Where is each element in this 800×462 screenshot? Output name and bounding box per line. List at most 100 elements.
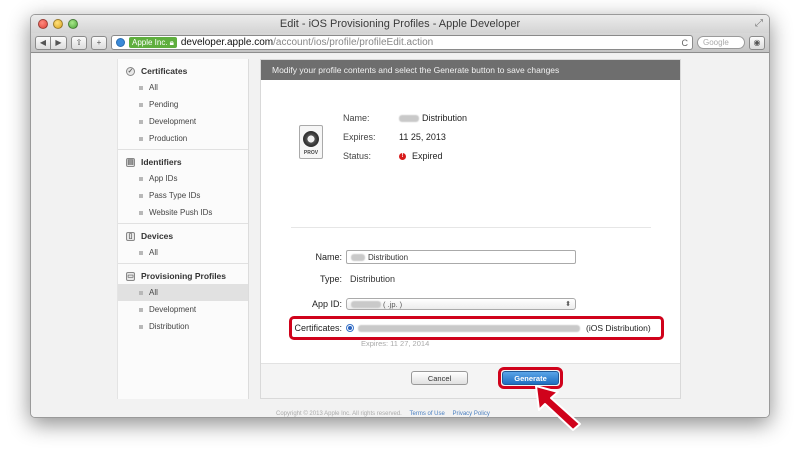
forward-button[interactable]: ▶ [51,35,67,50]
sidebar-item-label: App IDs [149,174,178,183]
add-bookmark-button[interactable]: + [91,35,107,50]
ssl-org-label: Apple Inc. [132,38,168,47]
sidebar-header-profiles[interactable]: ▭ Provisioning Profiles [118,268,248,284]
sidebar-item-label: Development [149,117,197,126]
red-arrow-pointer [535,385,581,431]
form-type-label: Type: [319,274,342,284]
app-id-select[interactable]: ( .jp. ) ⬍ [346,298,576,310]
browser-toolbar: ◀ ▶ ⇧ + Apple Inc. 🔒︎ developer.apple.co… [31,33,769,53]
form-appid-label: App ID: [311,299,342,309]
main-panel: Modify your profile contents and select … [260,59,681,399]
url-host: developer.apple.com [180,37,274,48]
sidebar-item-label: Pending [149,100,179,109]
page-content: ✓ Certificates All Pending Development P… [31,54,769,417]
redacted-text [399,114,419,122]
summary-expires-label: Expires: [343,132,376,142]
reload-icon[interactable]: C [682,38,689,48]
sidebar-item-label: Website Push IDs [149,208,213,217]
summary-expires-row: Expires: 11 25, 2013 [343,132,446,142]
main-header: Modify your profile contents and select … [261,60,680,80]
sidebar-header-label: Certificates [141,66,188,76]
provisioning-profile-icon: PROV [299,125,323,159]
url-path: /account/ios/profile/profileEdit.action [273,37,434,48]
summary-status-row: Status: ! Expired [343,151,443,161]
reader-button[interactable]: ◉ [749,35,765,50]
sidebar-item-label: All [149,248,158,257]
sidebar-item-production[interactable]: Production [118,130,248,147]
certificate-icon: ✓ [126,66,135,76]
sidebar-item-pending[interactable]: Pending [118,96,248,113]
status-badge: Expired [412,151,443,161]
ssl-badge[interactable]: Apple Inc. 🔒︎ [129,37,177,48]
share-button[interactable]: ⇧ [71,35,87,50]
summary-name-label: Name: [343,113,370,123]
form-name-label: Name: [315,252,342,262]
fullscreen-icon[interactable]: ⤢ [755,18,763,29]
copyright-text: Copyright © 2013 Apple Inc. All rights r… [276,411,402,417]
terms-link[interactable]: Terms of Use [410,411,445,417]
sidebar-item-label: Production [149,134,188,143]
sidebar-item-label: Pass Type IDs [149,191,201,200]
title-bar: Edit - iOS Provisioning Profiles - Apple… [31,15,769,33]
lock-icon: 🔒︎ [169,37,174,47]
sidebar-item-certificates-all[interactable]: All [118,79,248,96]
certificates-highlight [289,316,664,340]
sidebar-section-devices: ▯ Devices All [118,224,248,264]
sidebar-item-label: All [149,83,158,92]
summary-name-row: Name: Distribution [343,113,467,123]
sidebar-section-profiles: ▭ Provisioning Profiles All Development … [118,264,248,337]
chevron-updown-icon: ⬍ [565,301,571,308]
window-title: Edit - iOS Provisioning Profiles - Apple… [279,18,521,30]
prov-label: PROV [303,150,319,156]
sidebar-item-profiles-distribution[interactable]: Distribution [118,318,248,335]
sidebar-item-devices-all[interactable]: All [118,244,248,261]
address-bar[interactable]: Apple Inc. 🔒︎ developer.apple.com /accou… [111,35,693,50]
profile-icon: ▭ [126,271,135,281]
id-icon: ▤ [126,157,135,167]
sidebar-item-profiles-development[interactable]: Development [118,301,248,318]
redacted-text [351,300,381,308]
summary-expires-value: 11 25, 2013 [399,132,446,142]
summary-status-label: Status: [343,151,372,161]
sidebar-header-label: Provisioning Profiles [141,271,227,281]
form-name-row: Name: Distribution [261,250,682,264]
history-buttons: ◀ ▶ [35,35,67,50]
summary-name-value: Distribution [422,113,468,123]
sidebar-item-app-ids[interactable]: App IDs [118,170,248,187]
alert-icon: ! [399,152,406,160]
sidebar-item-label: Distribution [149,322,190,331]
sidebar-header-devices[interactable]: ▯ Devices [118,228,248,244]
device-icon: ▯ [126,231,135,241]
sidebar-item-label: All [149,288,158,297]
sidebar: ✓ Certificates All Pending Development P… [117,59,249,399]
sidebar-item-pass-type-ids[interactable]: Pass Type IDs [118,187,248,204]
profile-name-input[interactable]: Distribution [346,250,576,264]
copyright-footer: Copyright © 2013 Apple Inc. All rights r… [276,411,490,417]
window-controls [38,19,78,29]
form-appid-row: App ID: ( .jp. ) ⬍ [261,298,682,310]
sidebar-section-certificates: ✓ Certificates All Pending Development P… [118,59,248,150]
profile-name-value: Distribution [368,252,409,262]
sidebar-header-identifiers[interactable]: ▤ Identifiers [118,154,248,170]
close-button[interactable] [38,19,48,29]
section-divider [291,227,651,228]
form-footer [261,363,680,398]
certificate-expires: Expires: 11 27, 2014 [361,339,430,348]
browser-window: Edit - iOS Provisioning Profiles - Apple… [30,14,770,418]
sidebar-header-label: Identifiers [141,157,182,167]
back-button[interactable]: ◀ [35,35,51,50]
form-type-row: Type: Distribution [261,274,682,284]
sidebar-section-identifiers: ▤ Identifiers App IDs Pass Type IDs Webs… [118,150,248,224]
zoom-button[interactable] [68,19,78,29]
minimize-button[interactable] [53,19,63,29]
privacy-link[interactable]: Privacy Policy [453,411,490,417]
sidebar-header-certificates[interactable]: ✓ Certificates [118,63,248,79]
sidebar-item-website-push-ids[interactable]: Website Push IDs [118,204,248,221]
sidebar-item-development[interactable]: Development [118,113,248,130]
form-type-value: Distribution [350,274,396,284]
search-input[interactable]: Google [697,36,745,49]
redacted-text [351,253,365,261]
cancel-button[interactable]: Cancel [411,371,468,385]
sidebar-item-profiles-all[interactable]: All [118,284,248,301]
globe-icon [116,38,125,47]
